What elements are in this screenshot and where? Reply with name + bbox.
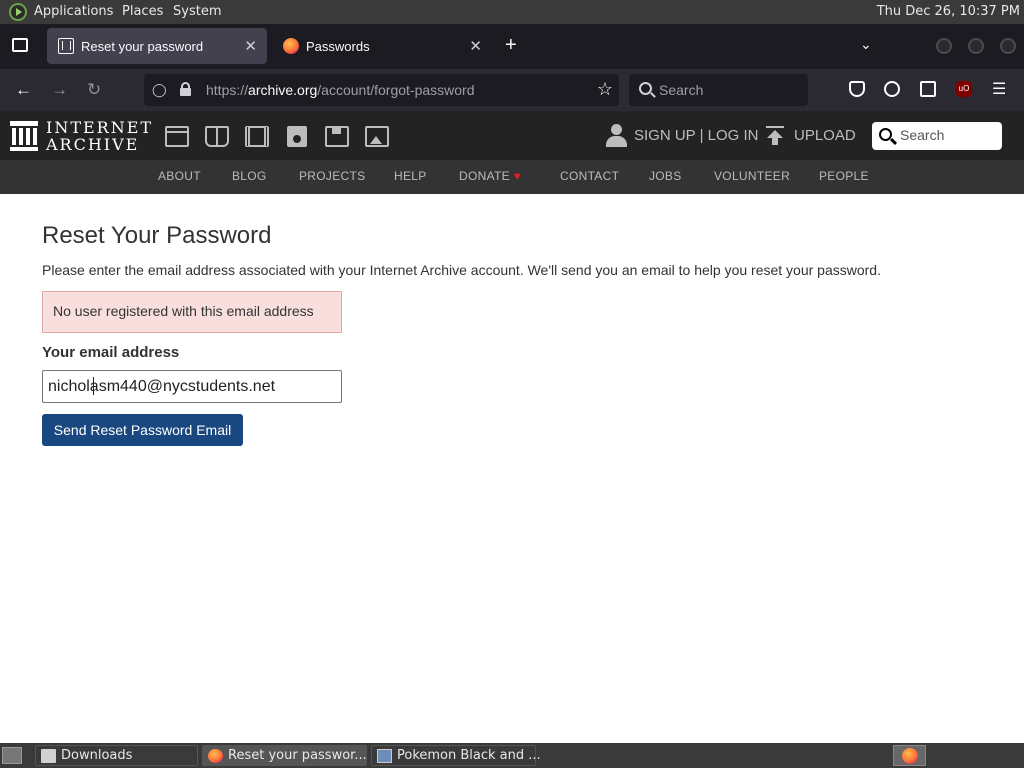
error-message: No user registered with this email addre… [53, 303, 314, 319]
taskbar-item-pokemon[interactable]: Pokemon Black and ... [371, 745, 541, 766]
list-all-tabs-button[interactable]: ⌄ [860, 36, 872, 53]
search-placeholder: Search [900, 127, 945, 143]
error-alert: No user registered with this email addre… [42, 291, 342, 333]
lock-icon[interactable] [180, 82, 191, 96]
tab-reset-password[interactable]: Reset your password ✕ [47, 28, 267, 64]
nav-jobs[interactable]: JOBS [649, 169, 682, 183]
firefox-icon [902, 748, 918, 764]
close-tab-icon[interactable]: ✕ [469, 37, 482, 55]
account-icon[interactable] [884, 81, 900, 97]
page-title: Reset Your Password [42, 222, 272, 249]
close-tab-icon[interactable]: ✕ [244, 37, 257, 55]
heart-icon: ♥ [513, 169, 521, 183]
user-icon[interactable] [605, 124, 627, 148]
ia-header: INTERNET ARCHIVE SIGN UP | LOG IN UPLOAD… [0, 111, 1024, 160]
taskbar-item-firefox[interactable]: Reset your passwor... [202, 745, 367, 766]
tab-bar: Reset your password ✕ Passwords ✕ + ⌄ [0, 24, 1024, 69]
folder-icon [41, 749, 56, 763]
video-icon[interactable] [245, 126, 269, 147]
extensions-icon[interactable] [920, 81, 936, 97]
ublock-origin-icon[interactable]: uO [956, 81, 972, 97]
maximize-window-button[interactable] [968, 38, 984, 54]
url-domain: archive.org [248, 82, 318, 98]
firefox-view-icon[interactable] [12, 38, 28, 52]
system-menu[interactable]: System [173, 4, 221, 19]
ia-wordmark[interactable]: INTERNET ARCHIVE [46, 119, 153, 153]
ia-search-input[interactable]: Search [872, 122, 1002, 150]
email-label: Your email address [42, 344, 180, 361]
internet-archive-icon [58, 38, 74, 54]
firefox-icon [208, 749, 223, 763]
distro-logo-icon[interactable] [9, 3, 27, 21]
ia-subnav: ABOUT BLOG PROJECTS HELP DONATE ♥ CONTAC… [0, 160, 1024, 194]
reload-button[interactable]: ↻ [87, 80, 101, 100]
upload-link[interactable]: UPLOAD [794, 127, 856, 144]
upload-icon[interactable] [765, 126, 785, 146]
text-cursor-icon [93, 377, 94, 395]
forward-button[interactable]: → [51, 80, 68, 100]
back-button[interactable]: ← [15, 80, 32, 100]
applications-menu[interactable]: Applications [34, 4, 113, 19]
web-icon[interactable] [165, 126, 189, 147]
navigation-toolbar: ← → ↻ ◯ https://archive.org/account/forg… [0, 69, 1024, 111]
nav-people[interactable]: PEOPLE [819, 169, 869, 183]
nav-about[interactable]: ABOUT [158, 169, 201, 183]
task-label: Downloads [61, 748, 133, 763]
sign-up-login-link[interactable]: SIGN UP | LOG IN [634, 127, 758, 144]
search-icon [879, 128, 892, 141]
minimize-window-button[interactable] [936, 38, 952, 54]
tab-passwords[interactable]: Passwords ✕ [272, 28, 492, 64]
nav-help[interactable]: HELP [394, 169, 427, 183]
nav-volunteer[interactable]: VOLUNTEER [714, 169, 790, 183]
send-reset-email-button[interactable]: Send Reset Password Email [42, 414, 243, 446]
texts-icon[interactable] [205, 126, 229, 147]
wordmark-line-2: ARCHIVE [46, 135, 140, 154]
tab-title: Reset your password [81, 39, 204, 54]
url-path: /account/forgot-password [317, 82, 475, 98]
internet-archive-logo-icon[interactable] [10, 121, 38, 151]
url-bar[interactable]: ◯ https://archive.org/account/forgot-pas… [144, 74, 619, 106]
top-panel: Applications Places System Thu Dec 26, 1… [0, 0, 1024, 24]
bookmark-star-icon[interactable]: ☆ [597, 79, 613, 100]
new-tab-button[interactable]: + [505, 34, 517, 57]
tab-title: Passwords [306, 39, 370, 54]
instructions-text: Please enter the email address associate… [42, 262, 881, 278]
workspace-switcher[interactable] [893, 745, 926, 766]
close-window-button[interactable] [1000, 38, 1016, 54]
email-field[interactable] [42, 370, 342, 403]
url-scheme: https:// [206, 82, 249, 98]
firefox-icon [283, 38, 299, 54]
show-desktop-icon[interactable] [2, 747, 22, 764]
search-icon [639, 82, 652, 95]
images-icon[interactable] [365, 126, 389, 147]
clock[interactable]: Thu Dec 26, 10:37 PM [877, 4, 1020, 19]
bottom-panel: Downloads Reset your passwor... Pokemon … [0, 743, 1024, 768]
nav-donate[interactable]: DONATE ♥ [459, 169, 521, 183]
software-icon[interactable] [325, 126, 349, 147]
wordmark-line-1: INTERNET [46, 118, 154, 137]
places-menu[interactable]: Places [122, 4, 163, 19]
audio-icon[interactable] [287, 126, 307, 147]
search-placeholder: Search [659, 82, 704, 98]
task-label: Pokemon Black and ... [397, 748, 541, 763]
nav-blog[interactable]: BLOG [232, 169, 267, 183]
hamburger-menu-icon[interactable]: ☰ [992, 79, 1008, 98]
nav-projects[interactable]: PROJECTS [299, 169, 365, 183]
nav-contact[interactable]: CONTACT [560, 169, 619, 183]
donate-label: DONATE [459, 169, 510, 183]
tracking-protection-icon[interactable]: ◯ [152, 82, 167, 98]
browser-search-box[interactable]: Search [629, 74, 808, 106]
task-label: Reset your passwor... [228, 748, 367, 763]
emulator-icon [377, 749, 392, 763]
taskbar-item-downloads[interactable]: Downloads [35, 745, 198, 766]
pocket-icon[interactable] [849, 81, 865, 97]
url-text[interactable]: https://archive.org/account/forgot-passw… [206, 82, 475, 98]
